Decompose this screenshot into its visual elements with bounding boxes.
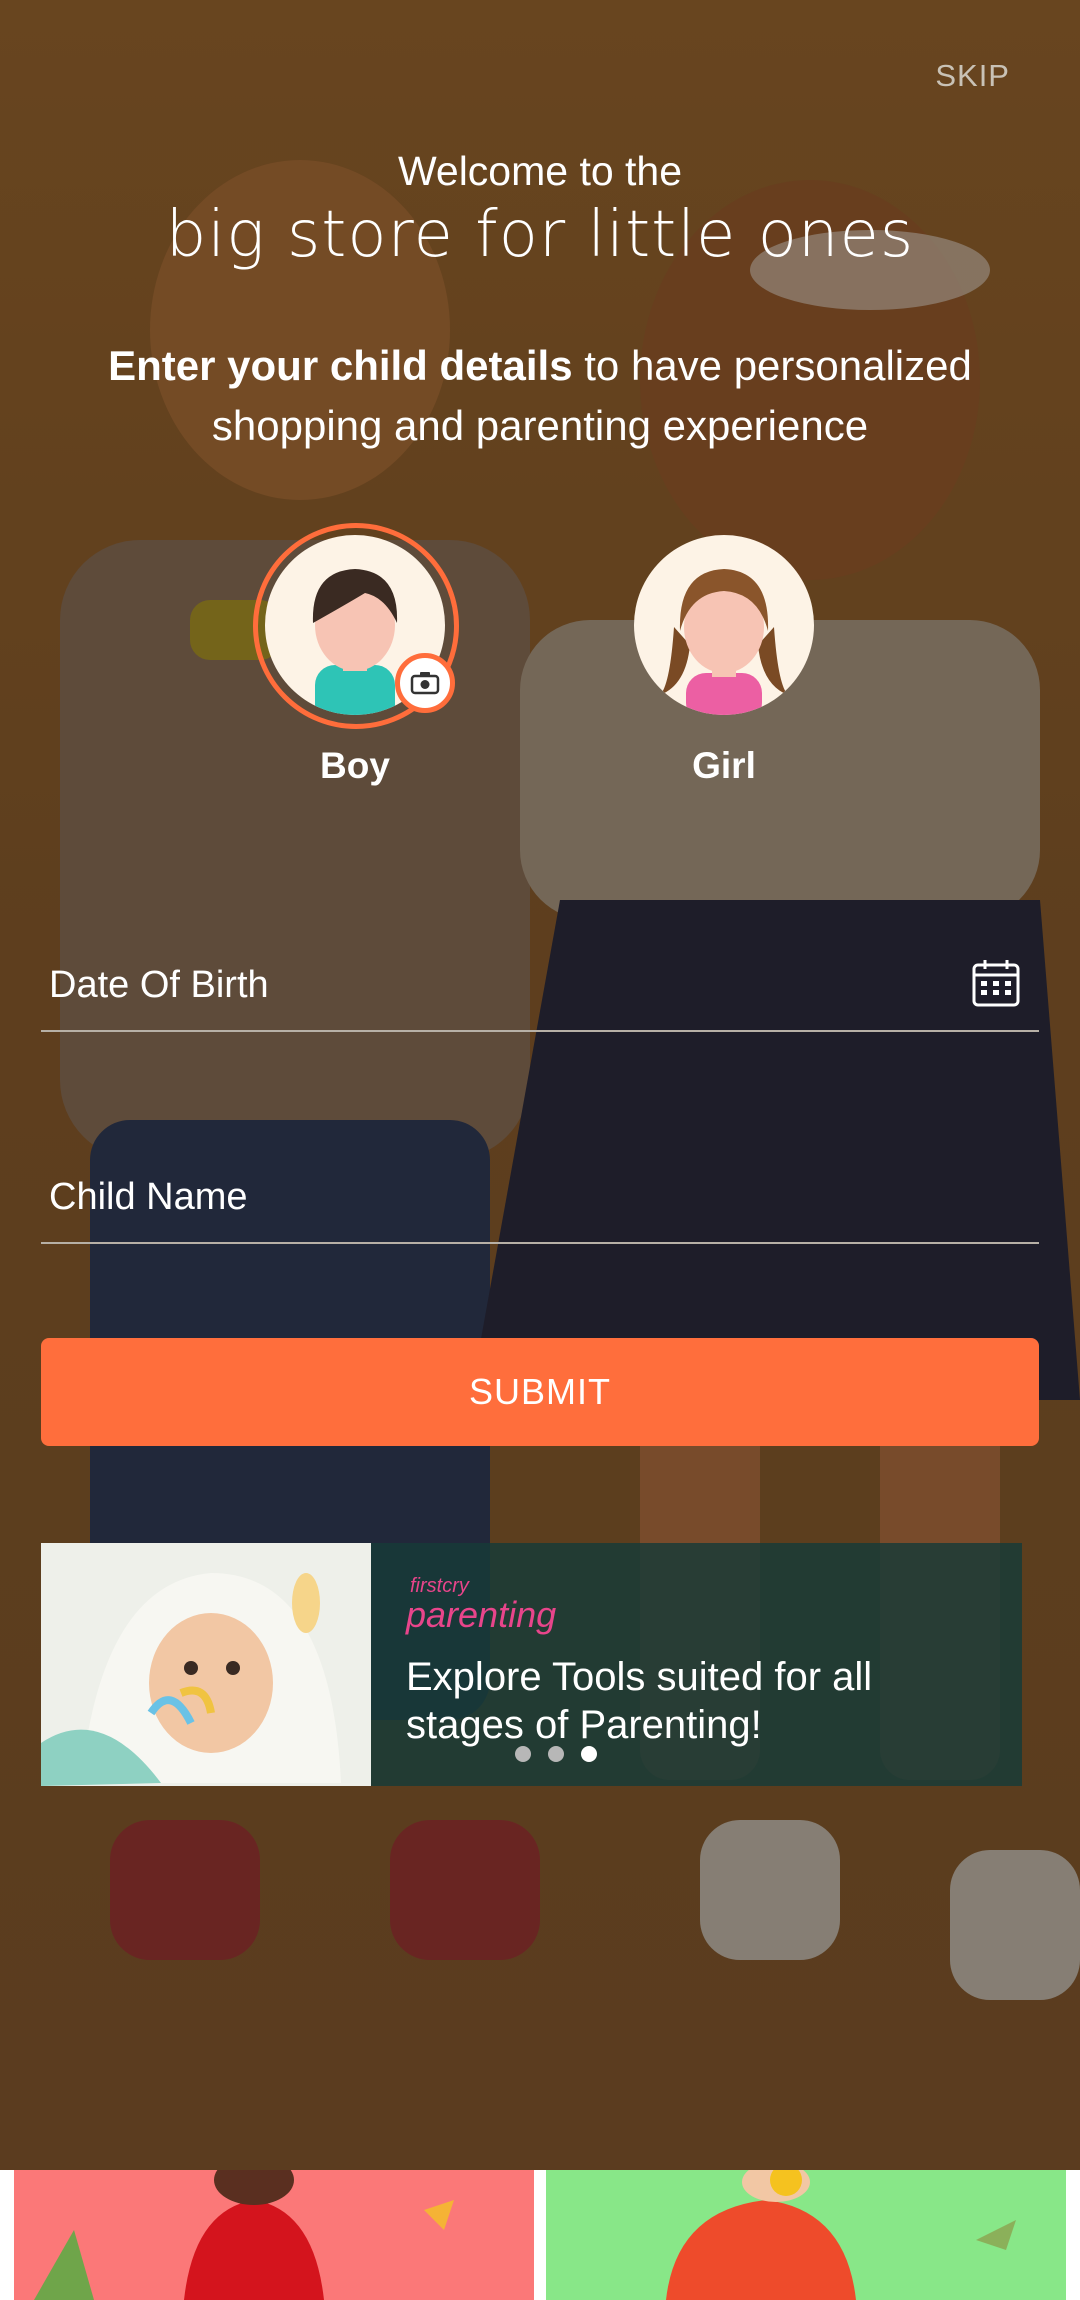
- boy-label: Boy: [320, 745, 390, 786]
- child-name-placeholder: Child Name: [49, 1176, 248, 1218]
- category-tile-girl[interactable]: [14, 2170, 534, 2300]
- girl-label: Girl: [692, 745, 756, 786]
- carousel-dot[interactable]: [548, 1746, 564, 1762]
- girl-option[interactable]: Girl: [634, 535, 814, 787]
- carousel-dot-active[interactable]: [581, 1746, 597, 1762]
- firstcry-parenting-logo: firstcry parenting: [406, 1575, 556, 1636]
- carousel-dot[interactable]: [515, 1746, 531, 1762]
- calendar-icon[interactable]: [971, 958, 1021, 1013]
- store-tagline: big store for little ones: [165, 198, 915, 272]
- welcome-text: Welcome to the: [397, 148, 683, 194]
- date-of-birth-field[interactable]: Date Of Birth: [41, 944, 1039, 1032]
- boy-option[interactable]: Boy: [253, 523, 459, 787]
- camera-icon[interactable]: [395, 653, 455, 713]
- category-tile-boy[interactable]: [546, 2170, 1066, 2300]
- intro-bold: Enter your child details: [108, 342, 573, 389]
- submit-button[interactable]: SUBMIT: [41, 1338, 1039, 1446]
- intro-text: Enter your child details to have persona…: [60, 336, 1020, 456]
- child-name-field[interactable]: Child Name: [41, 1156, 1039, 1244]
- baby-image: [41, 1543, 371, 1786]
- dark-overlay: [0, 0, 1080, 2170]
- girl-avatar[interactable]: [634, 535, 814, 715]
- skip-button[interactable]: SKIP: [935, 58, 1010, 94]
- date-of-birth-placeholder: Date Of Birth: [49, 964, 269, 1006]
- promo-text: Explore Tools suited for all stages of P…: [406, 1655, 873, 1747]
- carousel-dots: [515, 1746, 597, 1762]
- promo-card: firstcry parenting Explore Tools suited …: [371, 1543, 1022, 1786]
- brand-big: parenting: [406, 1594, 557, 1635]
